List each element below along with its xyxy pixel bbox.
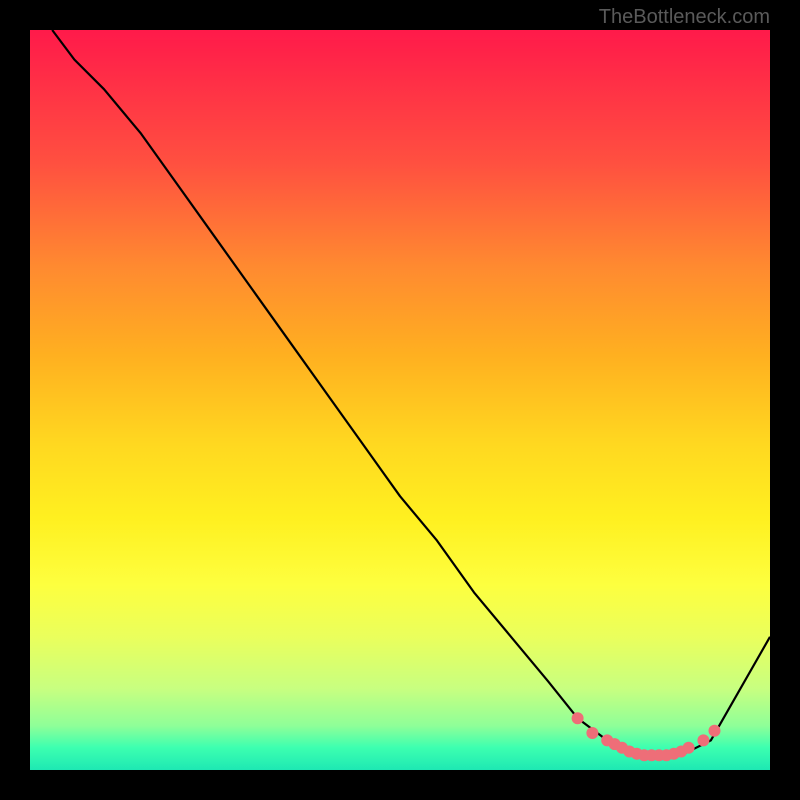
chart-svg <box>30 30 770 770</box>
curve-line <box>52 30 770 755</box>
attribution-text: TheBottleneck.com <box>599 6 770 29</box>
plot-area <box>30 30 770 770</box>
chart-frame: TheBottleneck.com <box>0 0 800 800</box>
highlight-dots <box>572 712 721 761</box>
